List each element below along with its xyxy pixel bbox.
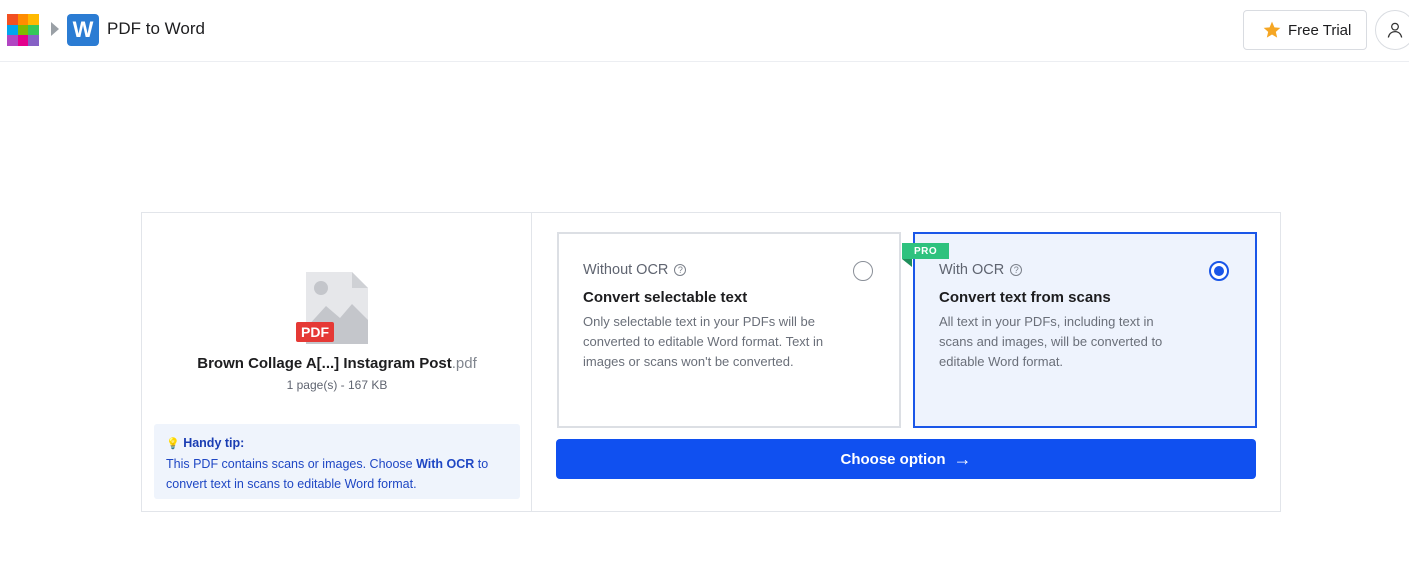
without-ocr-radio[interactable] bbox=[853, 261, 873, 281]
option-title: Convert selectable text bbox=[583, 289, 748, 306]
option-label-text: With OCR bbox=[939, 262, 1005, 278]
user-icon bbox=[1387, 22, 1403, 38]
pdf-badge-label: PDF bbox=[301, 324, 329, 340]
free-trial-button[interactable]: Free Trial bbox=[1243, 10, 1367, 50]
grid-cell bbox=[17, 35, 29, 46]
handy-tip-box: 💡 Handy tip: This PDF contains scans or … bbox=[154, 424, 520, 499]
help-icon[interactable]: ? bbox=[1010, 264, 1023, 276]
file-name-base: Brown Collage A[...] Instagram Post bbox=[197, 355, 452, 372]
file-name-extension: .pdf bbox=[451, 355, 477, 372]
option-description: All text in your PDFs, including text in… bbox=[939, 314, 1163, 369]
apps-grid-icon[interactable] bbox=[7, 14, 39, 46]
arrow-right-icon: → bbox=[953, 448, 972, 469]
option-with-ocr[interactable]: With OCR ? Convert text from scans All t… bbox=[913, 232, 1257, 428]
option-without-ocr[interactable]: Without OCR ? Convert selectable text On… bbox=[557, 232, 901, 428]
grid-cell bbox=[7, 35, 18, 46]
grid-cell bbox=[28, 14, 39, 25]
option-label: With OCR ? bbox=[939, 262, 1023, 278]
help-icon[interactable]: ? bbox=[674, 264, 687, 276]
grid-cell bbox=[7, 24, 18, 36]
choose-option-button[interactable]: Choose option → bbox=[556, 439, 1256, 479]
option-label: Without OCR ? bbox=[583, 262, 687, 278]
page-title: PDF to Word bbox=[107, 19, 205, 38]
grid-cell bbox=[7, 14, 18, 25]
top-header: W PDF to Word Free Trial bbox=[0, 0, 1409, 62]
choose-option-label: Choose option bbox=[840, 450, 946, 468]
free-trial-label: Free Trial bbox=[1288, 21, 1352, 39]
lightbulb-icon: 💡 bbox=[166, 438, 180, 450]
option-description: Only selectable text in your PDFs will b… bbox=[583, 314, 824, 369]
grid-cell bbox=[17, 14, 29, 25]
tip-text: This PDF contains scans or images. Choos… bbox=[166, 454, 508, 494]
pro-badge: PRO bbox=[902, 243, 949, 259]
tip-text-emphasis: With OCR bbox=[416, 457, 475, 471]
grid-cell bbox=[28, 24, 39, 36]
grid-cell bbox=[28, 35, 39, 46]
option-label-text: Without OCR bbox=[583, 262, 669, 278]
user-account-button[interactable] bbox=[1375, 10, 1409, 50]
grid-cell bbox=[17, 24, 29, 36]
file-name: Brown Collage A[...] Instagram Post.pdf bbox=[142, 355, 532, 372]
pro-badge-fold bbox=[902, 259, 912, 267]
file-meta: 1 page(s) - 167 KB bbox=[286, 378, 388, 392]
pdf-file-icon: PDF bbox=[296, 270, 374, 346]
with-ocr-radio[interactable] bbox=[1209, 261, 1229, 281]
tip-text-start: This PDF contains scans or images. Choos… bbox=[166, 457, 417, 471]
tip-title: Handy tip: bbox=[183, 436, 245, 450]
breadcrumb-arrow-icon bbox=[51, 22, 59, 36]
file-preview-pane: PDF Brown Collage A[...] Instagram Post.… bbox=[142, 213, 532, 511]
option-title: Convert text from scans bbox=[939, 289, 1111, 306]
conversion-card: PDF Brown Collage A[...] Instagram Post.… bbox=[141, 212, 1281, 512]
star-icon bbox=[1263, 21, 1281, 38]
word-logo-icon: W bbox=[67, 14, 99, 46]
